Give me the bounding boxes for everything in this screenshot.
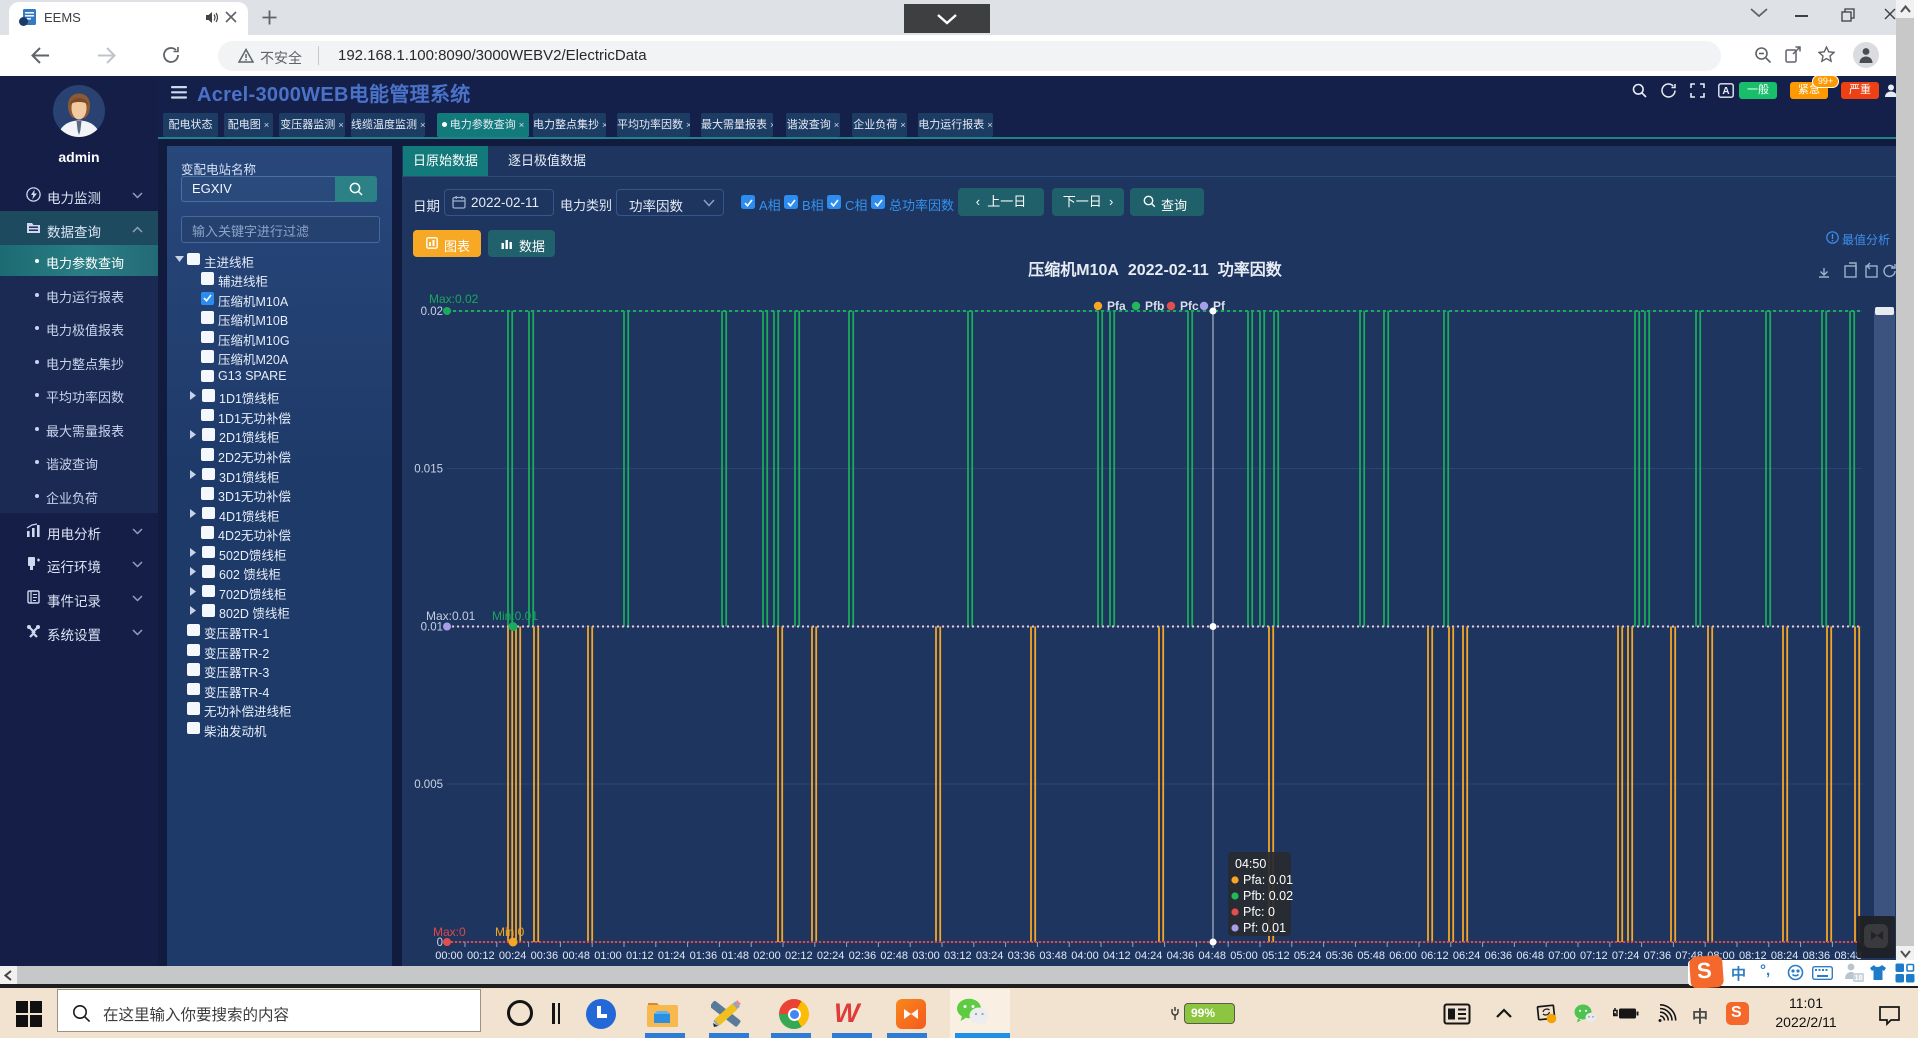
svg-text:04:12: 04:12 (1103, 950, 1131, 962)
svg-text:05:12: 05:12 (1262, 950, 1290, 962)
svg-text:00:12: 00:12 (467, 950, 495, 962)
svg-text:00:00: 00:00 (435, 950, 463, 962)
svg-text:05:36: 05:36 (1326, 950, 1354, 962)
svg-text:06:36: 06:36 (1485, 950, 1513, 962)
svg-text:04:50: 04:50 (1235, 857, 1266, 871)
svg-text:03:48: 03:48 (1039, 950, 1067, 962)
svg-text:05:24: 05:24 (1294, 950, 1322, 962)
svg-text:0.02: 0.02 (421, 306, 443, 318)
svg-text:18: 18 (1854, 973, 1862, 982)
svg-text:01:36: 01:36 (690, 950, 718, 962)
svg-text:Max:0: Max:0 (433, 925, 466, 939)
svg-text:Pfc: 0: Pfc: 0 (1243, 905, 1275, 919)
svg-text:02:00: 02:00 (753, 950, 781, 962)
svg-text:05:00: 05:00 (1230, 950, 1258, 962)
svg-text:04:36: 04:36 (1167, 950, 1195, 962)
svg-text:Max:0.02: Max:0.02 (429, 292, 479, 306)
svg-text:07:12: 07:12 (1580, 950, 1608, 962)
svg-text:06:00: 06:00 (1389, 950, 1417, 962)
svg-text:06:12: 06:12 (1421, 950, 1449, 962)
svg-text:01:24: 01:24 (658, 950, 686, 962)
svg-text:03:12: 03:12 (944, 950, 972, 962)
svg-text:04:00: 04:00 (1071, 950, 1099, 962)
svg-text:压缩机M10A 2022-02-11 功率因数: 压缩机M10A 2022-02-11 功率因数 (1028, 260, 1282, 279)
svg-text:A: A (1722, 86, 1729, 97)
svg-text:02:24: 02:24 (817, 950, 845, 962)
svg-text:Pfa: 0.01: Pfa: 0.01 (1243, 873, 1293, 887)
svg-text:00:36: 00:36 (531, 950, 559, 962)
svg-text:07:36: 07:36 (1644, 950, 1672, 962)
svg-text:02:48: 02:48 (880, 950, 908, 962)
svg-text:Min:0.01: Min:0.01 (492, 609, 538, 623)
svg-text:Pfb: 0.02: Pfb: 0.02 (1243, 889, 1293, 903)
svg-text:03:00: 03:00 (912, 950, 940, 962)
svg-text:06:48: 06:48 (1516, 950, 1544, 962)
svg-text:Max:0.01: Max:0.01 (426, 609, 476, 623)
svg-text:02:36: 02:36 (849, 950, 877, 962)
svg-text:01:00: 01:00 (594, 950, 622, 962)
svg-text:01:12: 01:12 (626, 950, 654, 962)
svg-text:07:24: 07:24 (1612, 950, 1640, 962)
svg-text:0.005: 0.005 (414, 779, 443, 791)
svg-text:03:24: 03:24 (976, 950, 1004, 962)
svg-text:03:36: 03:36 (1008, 950, 1036, 962)
svg-text:07:00: 07:00 (1548, 950, 1576, 962)
svg-text:01:48: 01:48 (721, 950, 749, 962)
svg-text:04:48: 04:48 (1198, 950, 1226, 962)
svg-text:0.015: 0.015 (414, 464, 443, 476)
svg-text:00:24: 00:24 (499, 950, 527, 962)
svg-text:05:48: 05:48 (1357, 950, 1385, 962)
svg-text:02:12: 02:12 (785, 950, 813, 962)
svg-text:Min:0: Min:0 (495, 925, 525, 939)
svg-text:00:48: 00:48 (562, 950, 590, 962)
svg-text:Pf: 0.01: Pf: 0.01 (1243, 921, 1286, 935)
svg-text:0.01: 0.01 (421, 622, 443, 634)
svg-text:06:24: 06:24 (1453, 950, 1481, 962)
svg-text:04:24: 04:24 (1135, 950, 1163, 962)
